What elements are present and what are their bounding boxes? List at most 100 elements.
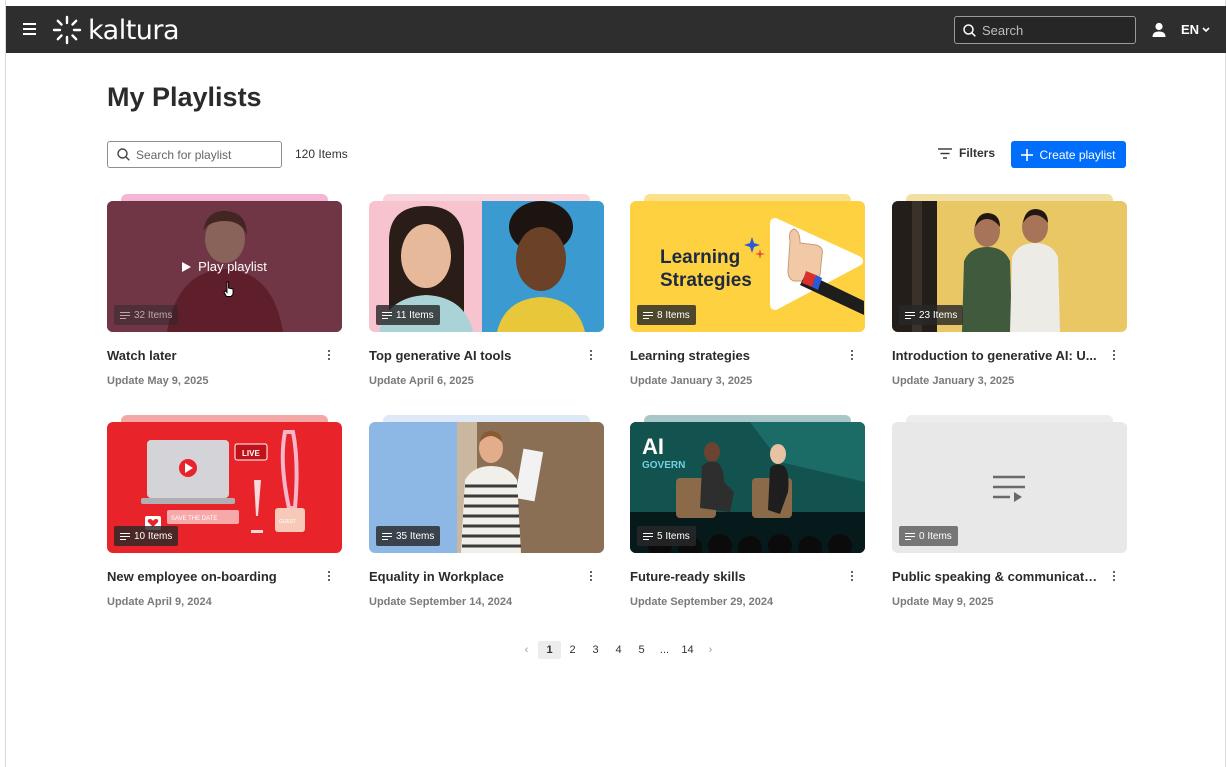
playlist-updated-date: Update January 3, 2025: [630, 375, 753, 387]
playlist-card-watch-later[interactable]: Play playlist 32 Items Watch later Updat…: [107, 194, 342, 401]
playlist-thumbnail[interactable]: LIVE GUEST SAVE THE DATE 10 Items: [107, 422, 342, 553]
item-count-badge: 8 Items: [637, 305, 696, 325]
more-options-icon[interactable]: [850, 571, 854, 583]
plus-icon: [1021, 148, 1034, 161]
playlist-title[interactable]: Introduction to generative AI: U...: [892, 348, 1100, 363]
playlist-title[interactable]: Future-ready skills: [630, 569, 838, 584]
playlist-icon: [643, 531, 653, 542]
more-options-icon[interactable]: [850, 350, 854, 362]
pagination: ‹ 1 2 3 4 5 ... 14 ›: [515, 641, 722, 659]
playlist-title[interactable]: Top generative AI tools: [369, 348, 577, 363]
playlist-thumbnail[interactable]: 23 Items: [892, 201, 1127, 332]
playlist-thumbnail[interactable]: 0 Items: [892, 422, 1127, 553]
filters-button[interactable]: Filters: [938, 146, 995, 160]
page-3[interactable]: 3: [584, 641, 607, 659]
more-options-icon[interactable]: [589, 350, 593, 362]
item-count-badge: 32 Items: [114, 305, 179, 325]
kaltura-burst-icon: [52, 15, 82, 45]
playlist-title[interactable]: Public speaking & communicatio...: [892, 569, 1100, 584]
item-count-label: 0 Items: [919, 530, 952, 542]
playlist-title[interactable]: Learning strategies: [630, 348, 838, 363]
page-4[interactable]: 4: [607, 641, 630, 659]
play-playlist-label: Play playlist: [198, 259, 267, 274]
playlist-thumbnail[interactable]: 11 Items: [369, 201, 604, 332]
item-count-label: 10 Items: [134, 530, 173, 542]
logo-text: kaltura: [88, 14, 180, 46]
global-search-placeholder: Search: [982, 22, 1024, 38]
page-title: My Playlists: [107, 82, 262, 112]
page-2[interactable]: 2: [561, 641, 584, 659]
hamburger-menu-icon[interactable]: [23, 23, 36, 35]
user-icon[interactable]: [1152, 22, 1166, 38]
playlist-card-new-employee-on-boarding[interactable]: LIVE GUEST SAVE THE DATE 10 Items New em…: [107, 415, 342, 622]
thumb-govern-text: GOVERN: [642, 460, 685, 471]
playlist-updated-date: Update September 14, 2024: [369, 596, 513, 608]
playlist-icon: [120, 531, 130, 542]
page-1[interactable]: 1: [538, 641, 561, 659]
item-count-label: 32 Items: [134, 309, 173, 321]
playlist-icon: [643, 310, 653, 321]
playlist-card-top-generative-ai-tools[interactable]: 11 Items Top generative AI tools Update …: [369, 194, 604, 401]
playlist-search-placeholder: Search for playlist: [136, 147, 232, 162]
playlist-thumbnail[interactable]: 35 Items: [369, 422, 604, 553]
playlist-thumbnail[interactable]: Learning Strategies 8 Items: [630, 201, 865, 332]
playlist-title[interactable]: New employee on-boarding: [107, 569, 315, 584]
playlist-thumbnail[interactable]: Play playlist 32 Items: [107, 201, 342, 332]
thumb-live-tag: LIVE: [242, 449, 260, 458]
playlist-card-learning-strategies[interactable]: Learning Strategies 8 Items Learning str…: [630, 194, 865, 401]
page-14[interactable]: 14: [676, 641, 699, 659]
item-count-badge: 0 Items: [899, 526, 958, 546]
language-selector[interactable]: EN: [1181, 22, 1210, 37]
playlist-card-public-speaking[interactable]: 0 Items Public speaking & communicatio..…: [892, 415, 1127, 622]
language-label: EN: [1181, 22, 1200, 37]
playlist-title[interactable]: Watch later: [107, 348, 315, 363]
more-options-icon[interactable]: [327, 571, 331, 583]
more-options-icon[interactable]: [589, 571, 593, 583]
playlist-title[interactable]: Equality in Workplace: [369, 569, 577, 584]
item-count-label: 11 Items: [396, 309, 434, 321]
filters-label: Filters: [959, 146, 996, 160]
playlist-card-equality-in-workplace[interactable]: 35 Items Equality in Workplace Update Se…: [369, 415, 604, 622]
item-count-badge: 5 Items: [637, 526, 696, 546]
next-page-icon[interactable]: ›: [699, 641, 722, 659]
item-count-label: 35 Items: [396, 530, 435, 542]
global-search-input[interactable]: Search: [954, 16, 1136, 44]
search-icon: [963, 23, 976, 37]
playlist-card-future-ready-skills[interactable]: AI GOVERN 5 Items Future-ready skills Up…: [630, 415, 865, 622]
create-playlist-label: Create playlist: [1039, 147, 1116, 162]
thumb-guest-tag: GUEST: [279, 519, 296, 525]
playlist-thumbnail[interactable]: AI GOVERN 5 Items: [630, 422, 865, 553]
playlist-updated-date: Update September 29, 2024: [630, 596, 774, 608]
item-count-badge: 23 Items: [899, 305, 964, 325]
previous-page-icon[interactable]: ‹: [515, 641, 538, 659]
thumb-learning-line1: Learning: [660, 247, 740, 268]
chevron-down-icon: [1202, 26, 1210, 32]
hand-cursor-icon: [223, 281, 234, 297]
playlist-card-introduction-to-generative-ai[interactable]: 23 Items Introduction to generative AI: …: [892, 194, 1127, 401]
more-options-icon[interactable]: [327, 350, 331, 362]
page-5[interactable]: 5: [630, 641, 653, 659]
item-count-badge: 10 Items: [114, 526, 179, 546]
kaltura-logo[interactable]: kaltura: [52, 14, 180, 46]
playlist-updated-date: Update January 3, 2025: [892, 375, 1015, 387]
playlist-icon: [382, 531, 392, 542]
more-options-icon[interactable]: [1112, 571, 1116, 583]
playlist-updated-date: Update May 9, 2025: [892, 596, 994, 608]
more-options-icon[interactable]: [1112, 350, 1116, 362]
playlist-icon: [120, 310, 130, 321]
playlist-updated-date: Update April 9, 2024: [107, 596, 212, 608]
items-count: 120 Items: [295, 147, 348, 161]
search-icon: [117, 148, 130, 161]
frame-left-border: [5, 0, 6, 767]
playlist-icon: [905, 310, 915, 321]
create-playlist-button[interactable]: Create playlist: [1011, 141, 1126, 168]
playlist-updated-date: Update May 9, 2025: [107, 375, 209, 387]
thumb-learning-line2: Strategies: [660, 270, 752, 291]
item-count-badge: 35 Items: [376, 526, 441, 546]
playlist-search-input[interactable]: Search for playlist: [107, 141, 282, 168]
playlist-icon: [382, 310, 392, 321]
thumb-save-the-date: SAVE THE DATE: [171, 516, 217, 522]
thumb-ai-text: AI: [642, 434, 664, 459]
page-ellipsis: ...: [659, 644, 670, 656]
item-count-label: 8 Items: [657, 309, 690, 321]
